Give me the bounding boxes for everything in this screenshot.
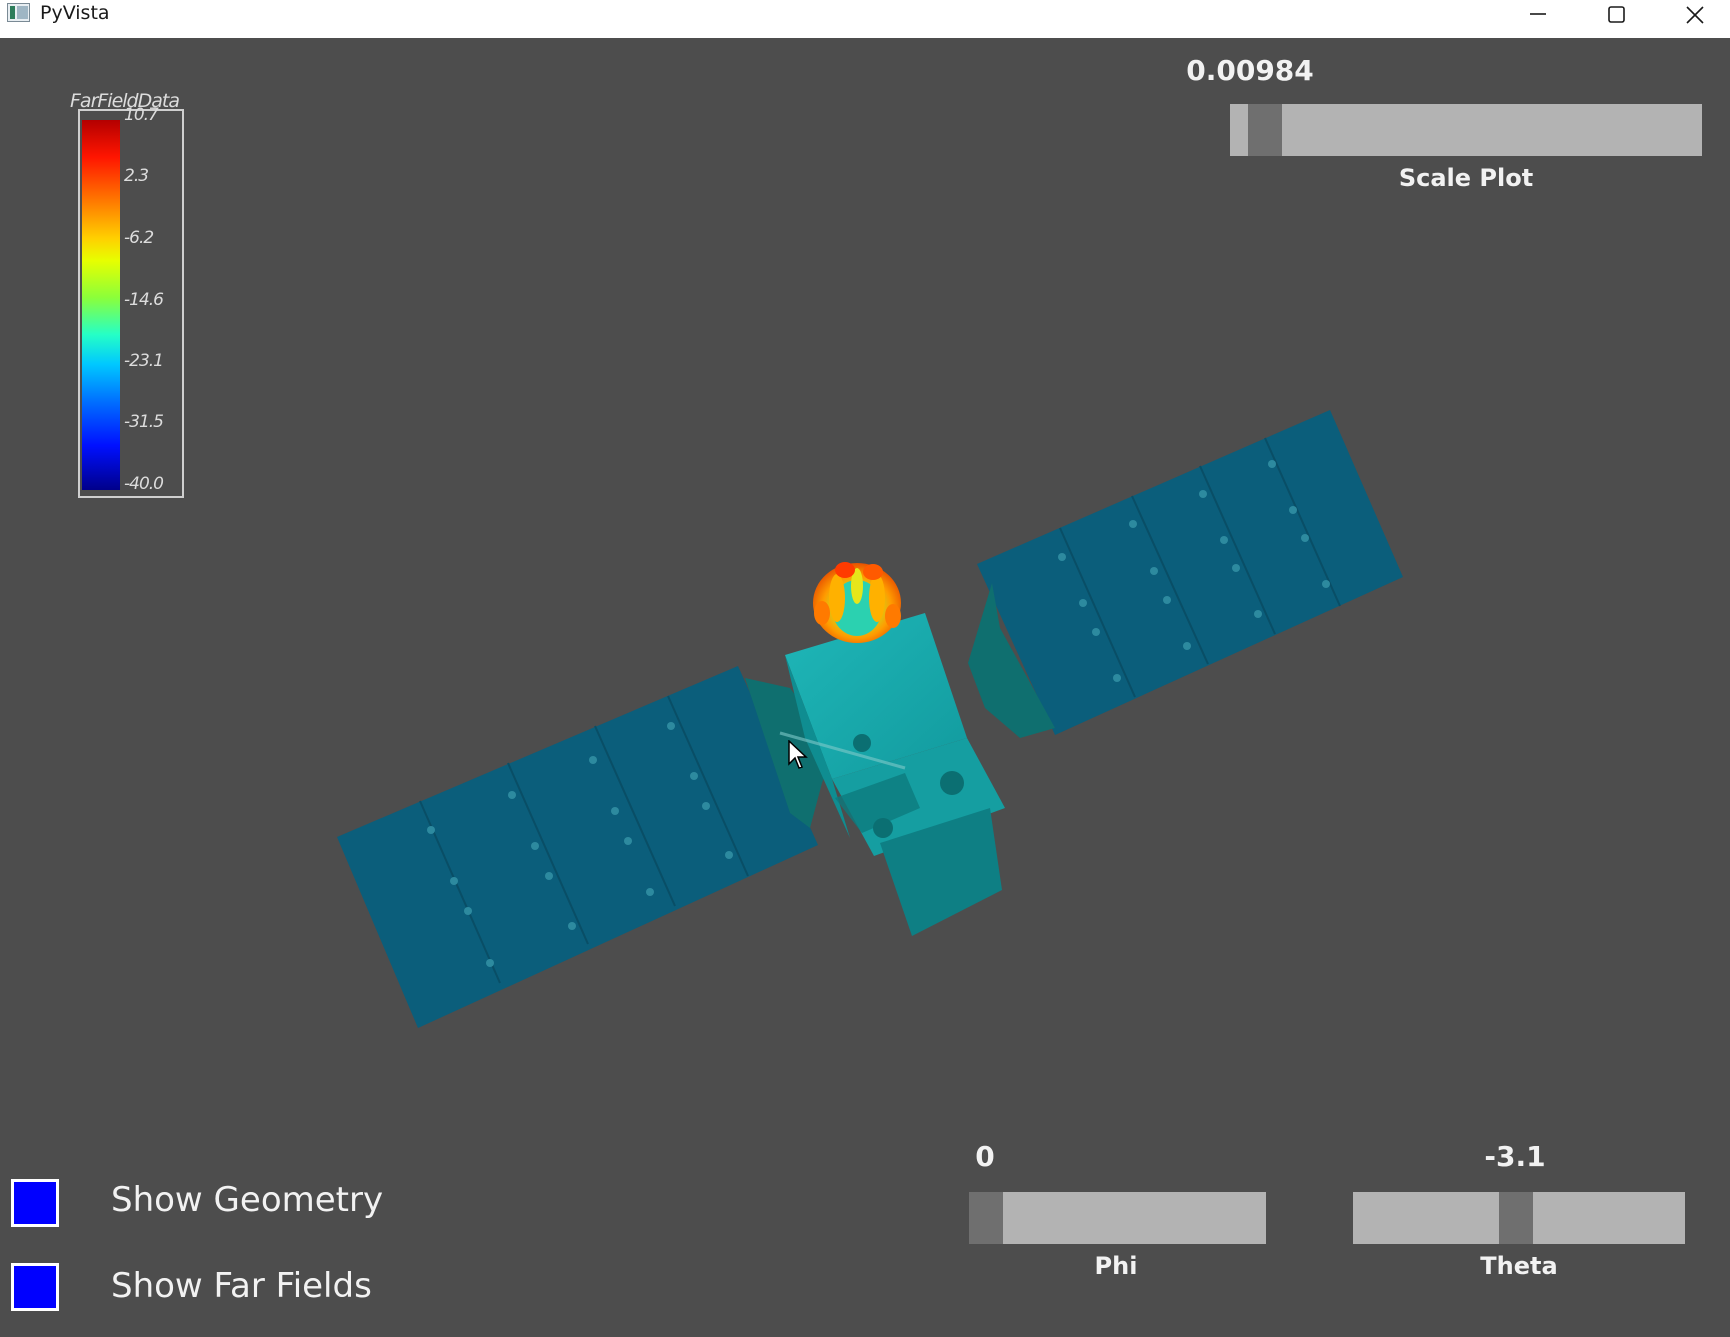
close-button[interactable] [1657,0,1730,30]
window-title: PyVista [40,2,110,24]
show-far-fields-checkbox[interactable] [11,1263,59,1311]
theta-slider[interactable] [1353,1192,1685,1244]
title-bar: PyVista [0,0,1730,39]
mouse-cursor-icon [788,740,808,769]
far-field-pattern [813,562,901,643]
scalar-bar-colormap [82,120,120,490]
close-icon [1686,6,1704,24]
scalar-tick: 10.7 [124,105,159,125]
scale-plot-slider-handle[interactable] [1248,104,1282,156]
render-viewport[interactable]: FarFieldData 10.7 2.3 -6.2 -14.6 -23.1 -… [0,38,1730,1337]
phi-slider-handle[interactable] [969,1192,1003,1244]
right-solar-panel [977,410,1403,735]
maximize-icon [1608,6,1625,23]
minimize-button[interactable] [1500,0,1576,30]
phi-value: 0 [975,1140,995,1173]
scalar-tick: -6.2 [124,228,154,248]
scalar-tick: -40.0 [124,474,164,494]
scale-plot-label: Scale Plot [1398,164,1534,192]
left-solar-panel [337,666,818,1028]
scalar-tick: -23.1 [124,351,164,371]
scale-plot-slider[interactable] [1230,104,1702,156]
show-geometry-label: Show Geometry [111,1180,384,1220]
scale-plot-value: 0.00984 [1186,54,1314,87]
scalar-tick: -14.6 [124,290,164,310]
phi-label: Phi [1094,1252,1138,1280]
show-far-fields-label: Show Far Fields [111,1266,372,1306]
scalar-tick: 2.3 [124,166,149,186]
phi-slider[interactable] [969,1192,1266,1244]
theta-label: Theta [1480,1252,1558,1280]
app-icon [7,3,30,22]
minimize-icon [1530,13,1546,15]
show-geometry-checkbox[interactable] [11,1179,59,1227]
pyvista-window: PyVista FarFieldData 10.7 2.3 -6.2 -14.6… [0,0,1730,1337]
theta-value: -3.1 [1484,1140,1546,1173]
scalar-tick: -31.5 [124,412,164,432]
theta-slider-handle[interactable] [1499,1192,1533,1244]
maximize-button[interactable] [1578,0,1654,30]
